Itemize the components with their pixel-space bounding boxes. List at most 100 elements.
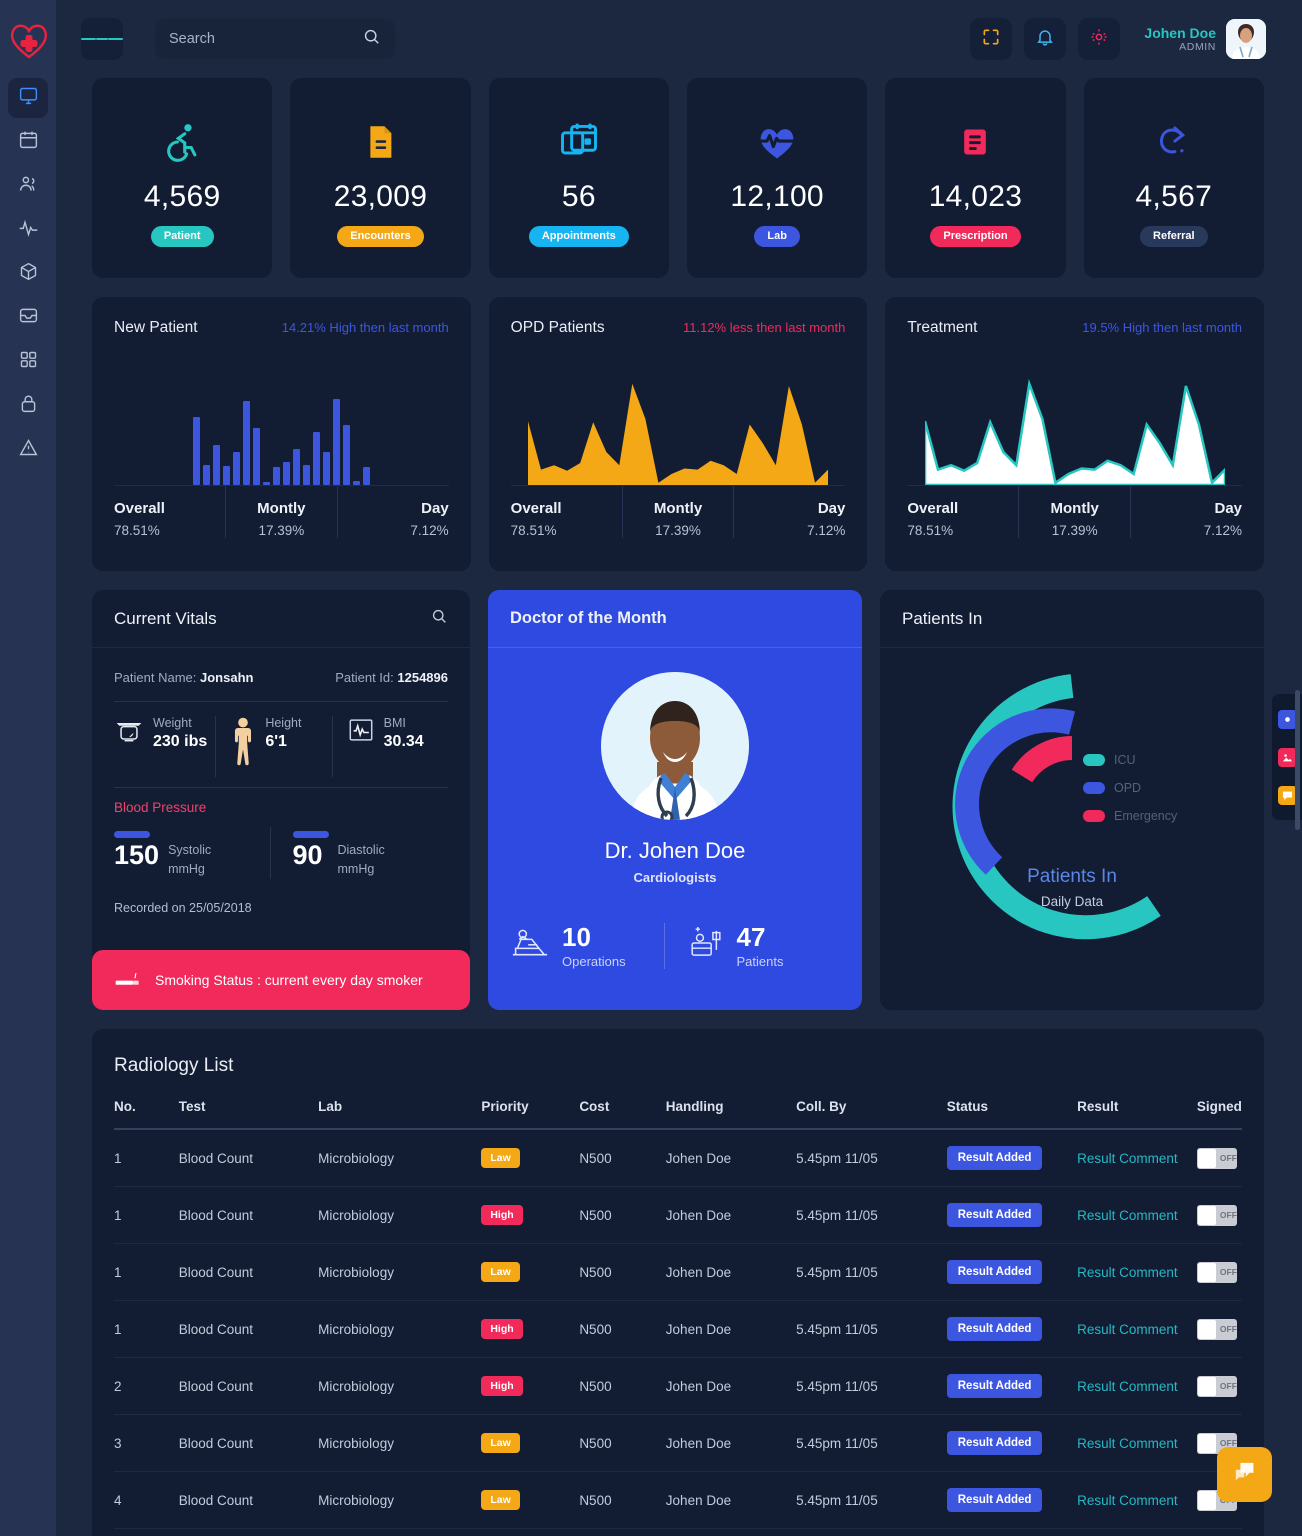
status-button[interactable]: Result Added [946, 1374, 1043, 1398]
cell-signed[interactable]: OFF [1196, 1243, 1242, 1301]
cell-no: 2 [114, 1357, 179, 1415]
signed-toggle[interactable]: OFF [1196, 1261, 1237, 1283]
status-button[interactable]: Result Added [946, 1488, 1043, 1512]
chart-card-treatment[interactable]: Treatment 19.5% High then last month Ove… [885, 297, 1265, 571]
cell-signed[interactable]: OFF [1196, 1186, 1242, 1244]
sidebar-item-alerts[interactable] [8, 430, 48, 470]
status-button[interactable]: Result Added [946, 1260, 1043, 1284]
stat-value: 56 [561, 179, 596, 213]
camera-icon[interactable] [1277, 709, 1297, 729]
cell-result[interactable]: Result Comment [1077, 1243, 1197, 1301]
signed-toggle[interactable]: OFF [1196, 1204, 1237, 1226]
result-comment-link[interactable]: Result Comment [1077, 1436, 1178, 1451]
status-button[interactable]: Result Added [946, 1146, 1043, 1170]
search-box[interactable] [155, 19, 395, 59]
cell-result[interactable]: Result Comment [1077, 1471, 1197, 1529]
footer-stat-label: Day [421, 500, 449, 517]
search-icon[interactable] [362, 27, 381, 51]
notifications-button[interactable] [1024, 18, 1067, 60]
chart-card-opd-patients[interactable]: OPD Patients 11.12% less then last month… [488, 297, 868, 571]
table-column-header[interactable]: Signed [1196, 1099, 1242, 1130]
cell-signed[interactable]: OFF [1196, 1129, 1242, 1187]
stat-card-referral[interactable]: 4,567 Referral [1083, 78, 1264, 278]
cell-status[interactable]: Result Added [946, 1243, 1078, 1301]
sidebar-item-inventory[interactable] [8, 254, 48, 294]
menu-toggle-button[interactable] [81, 18, 123, 60]
cell-status[interactable]: Result Added [946, 1357, 1078, 1415]
signed-toggle[interactable]: OFF [1196, 1375, 1237, 1397]
cell-result[interactable]: Result Comment [1077, 1414, 1197, 1472]
sidebar-item-vitals[interactable] [8, 210, 48, 250]
table-row[interactable]: 3 Blood Count Microbiology Law N500 Johen Doe… [114, 1414, 1242, 1472]
table-column-header[interactable]: Status [946, 1099, 1078, 1130]
avatar[interactable] [1226, 19, 1266, 59]
legend-label: ICU [1114, 753, 1136, 767]
table-column-header[interactable]: Priority [481, 1099, 580, 1130]
scrollbar-thumb[interactable] [1295, 690, 1300, 830]
stat-card-lab[interactable]: 12,100 Lab [686, 78, 868, 278]
result-comment-link[interactable]: Result Comment [1077, 1379, 1178, 1394]
fullscreen-button[interactable] [970, 18, 1013, 60]
bp-systolic: 150 Systolic mmHg [114, 827, 270, 879]
result-comment-link[interactable]: Result Comment [1077, 1265, 1178, 1280]
result-comment-link[interactable]: Result Comment [1077, 1322, 1178, 1337]
footer-stat-value: 78.51% [907, 523, 954, 538]
image-icon[interactable] [1277, 747, 1297, 767]
sidebar-item-dashboard[interactable] [8, 78, 48, 118]
table-column-header[interactable]: Test [178, 1099, 319, 1130]
table-row[interactable]: 2 Blood Count Microbiology High N500 Johen Do… [114, 1357, 1242, 1415]
cell-status[interactable]: Result Added [946, 1186, 1078, 1244]
table-row[interactable]: 1 Blood Count Microbiology High N500 Johen Do… [114, 1300, 1242, 1358]
sidebar-item-inbox[interactable] [8, 298, 48, 338]
result-comment-link[interactable]: Result Comment [1077, 1151, 1178, 1166]
sidebar-item-patients[interactable] [8, 166, 48, 206]
sidebar-item-security[interactable] [8, 386, 48, 426]
cell-result[interactable]: Result Comment [1077, 1300, 1197, 1358]
cell-status[interactable]: Result Added [946, 1129, 1078, 1187]
recorded-on: Recorded on 25/05/2018 [114, 900, 252, 915]
heart-plus-logo-icon[interactable] [6, 18, 52, 62]
table-row[interactable]: 4 Blood Count Microbiology Law N500 Johen Doe… [114, 1471, 1242, 1529]
bp-unit: mmHg [168, 861, 205, 876]
signed-toggle[interactable]: OFF [1196, 1147, 1237, 1169]
table-column-header[interactable]: Lab [318, 1099, 482, 1130]
table-column-header[interactable]: Result [1077, 1099, 1197, 1130]
chart-card-new-patient[interactable]: New Patient 14.21% High then last month … [92, 297, 471, 571]
table-column-header[interactable]: Handling [665, 1099, 797, 1130]
status-button[interactable]: Result Added [946, 1203, 1043, 1227]
result-comment-link[interactable]: Result Comment [1077, 1493, 1178, 1508]
settings-button[interactable] [1078, 18, 1121, 60]
smoking-status-banner[interactable]: Smoking Status : current every day smoke… [92, 950, 470, 1010]
signed-toggle[interactable]: OFF [1196, 1318, 1237, 1340]
cell-signed[interactable]: OFF [1196, 1300, 1242, 1358]
cell-result[interactable]: Result Comment [1077, 1186, 1197, 1244]
stat-card-encounters[interactable]: 23,009 Encounters [290, 78, 471, 278]
cell-result[interactable]: Result Comment [1077, 1129, 1197, 1187]
table-column-header[interactable]: No. [114, 1099, 179, 1130]
sidebar-item-apps[interactable] [8, 342, 48, 382]
page-scrollbar[interactable] [1295, 0, 1300, 1536]
search-input[interactable] [169, 31, 362, 47]
stat-card-appointments[interactable]: 56 Appointments [488, 78, 669, 278]
status-button[interactable]: Result Added [946, 1431, 1043, 1455]
cell-signed[interactable]: OFF [1196, 1357, 1242, 1415]
stat-card-prescription[interactable]: 14,023 Prescription [885, 78, 1066, 278]
table-column-header[interactable]: Coll. By [796, 1099, 947, 1130]
table-row[interactable]: 1 Blood Count Microbiology Law N500 Johen Doe… [114, 1129, 1242, 1187]
chat-fab-button[interactable] [1217, 1447, 1272, 1502]
table-row[interactable]: 1 Blood Count Microbiology High N500 Johen Do… [114, 1186, 1242, 1244]
stat-card-patient[interactable]: 4,569 Patient [92, 78, 273, 278]
cell-status[interactable]: Result Added [946, 1471, 1078, 1529]
legend-swatch [1083, 782, 1105, 794]
search-icon[interactable] [430, 607, 448, 630]
user-menu[interactable]: Johen Doe ADMIN [1144, 19, 1266, 59]
chat-icon[interactable] [1277, 785, 1297, 805]
result-comment-link[interactable]: Result Comment [1077, 1208, 1178, 1223]
cell-status[interactable]: Result Added [946, 1300, 1078, 1358]
cell-status[interactable]: Result Added [946, 1414, 1078, 1472]
status-button[interactable]: Result Added [946, 1317, 1043, 1341]
table-column-header[interactable]: Cost [579, 1099, 666, 1130]
sidebar-item-appointments[interactable] [8, 122, 48, 162]
table-row[interactable]: 1 Blood Count Microbiology Law N500 Johen Doe… [114, 1243, 1242, 1301]
cell-result[interactable]: Result Comment [1077, 1357, 1197, 1415]
